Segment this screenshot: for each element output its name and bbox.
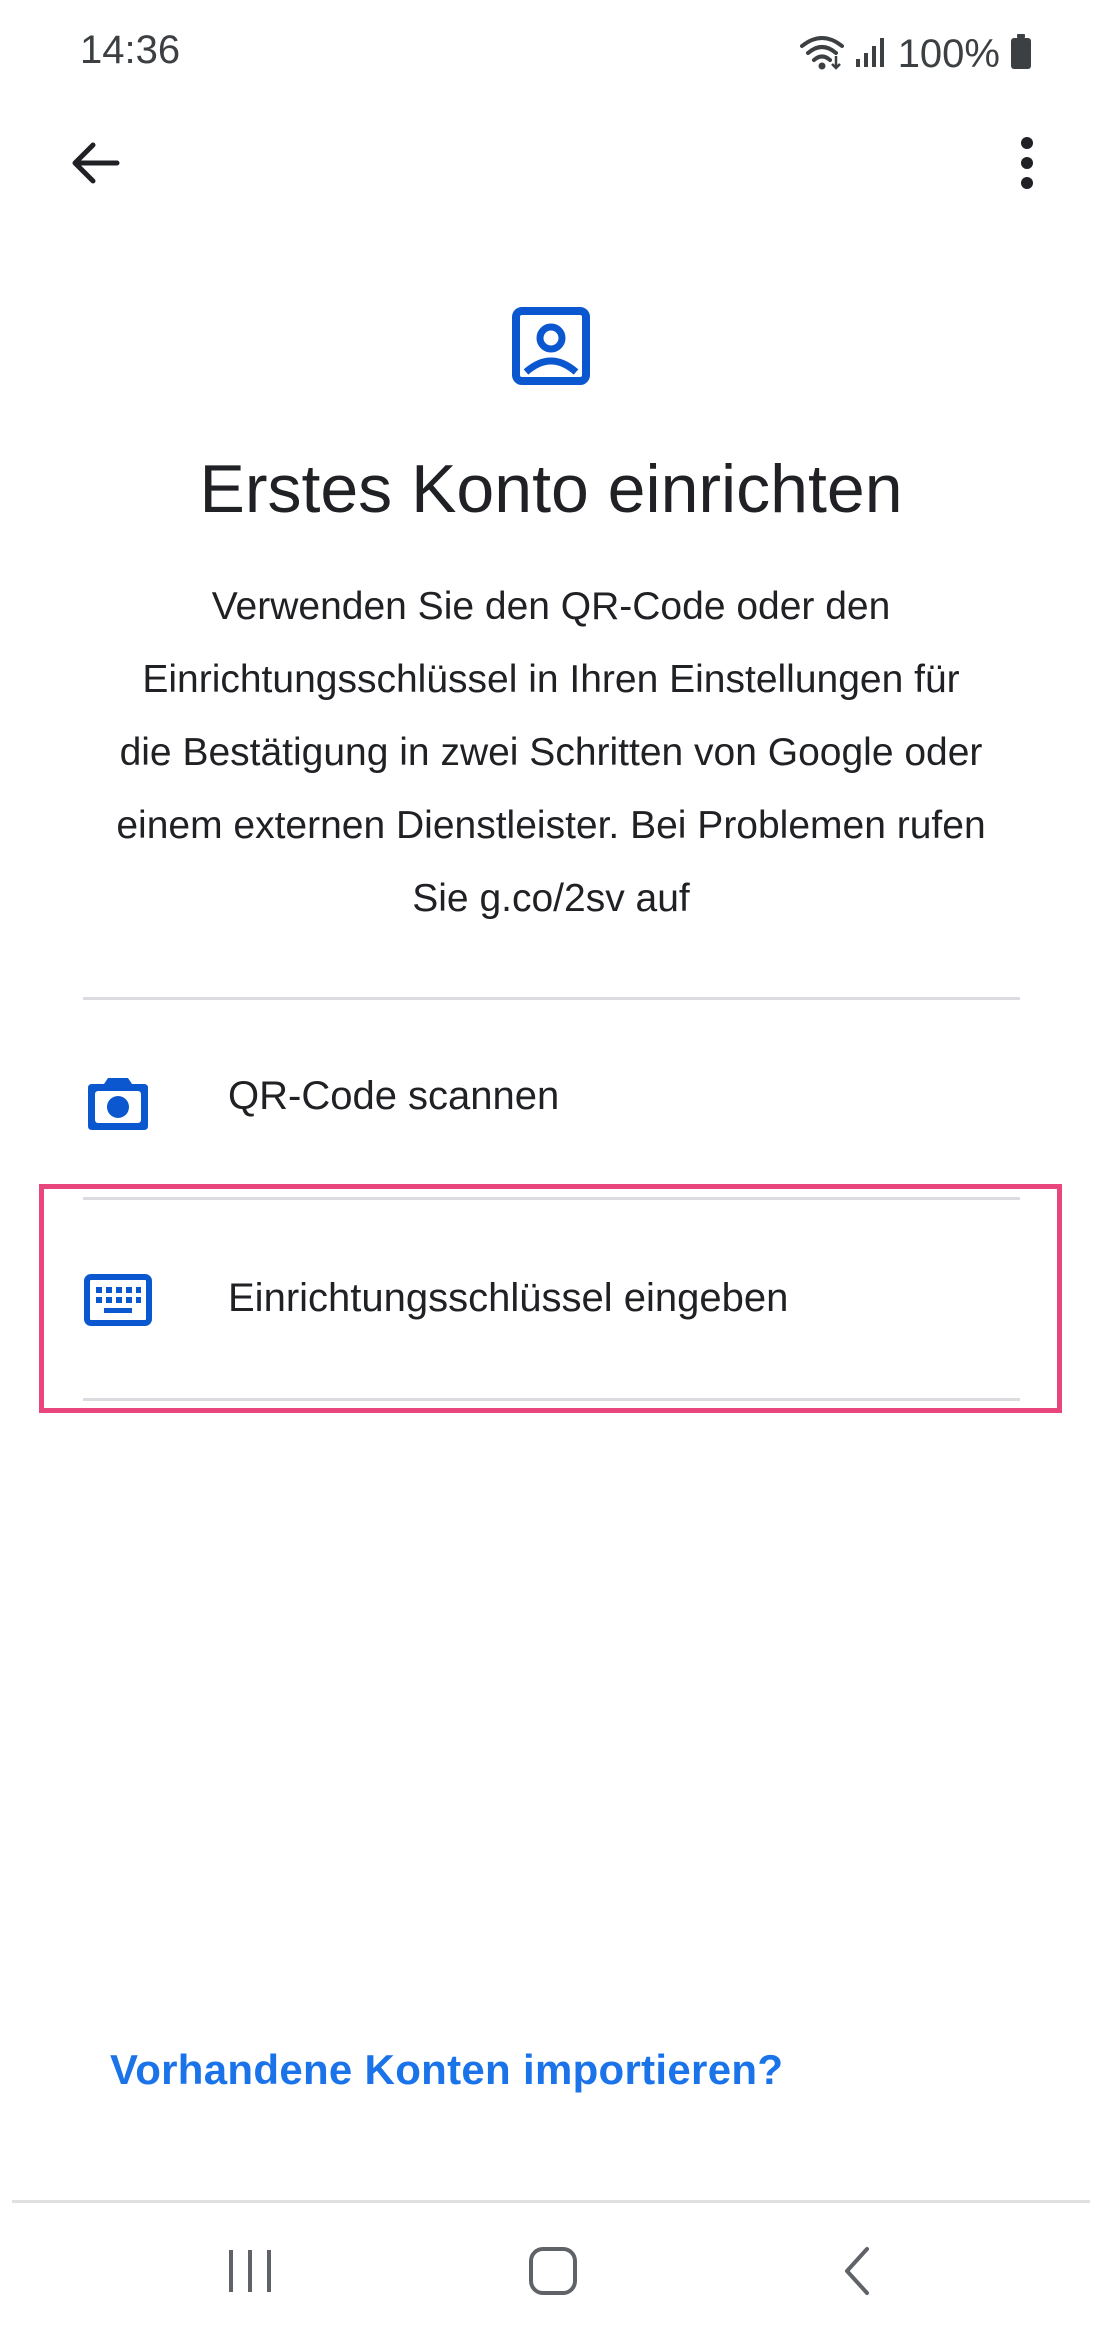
description: Verwenden Sie den QR-Code oder den Einri… <box>80 570 1022 935</box>
nav-back-button[interactable] <box>797 2223 917 2323</box>
back-button[interactable] <box>50 120 140 210</box>
arrow-back-icon <box>67 135 123 196</box>
battery-percentage: 100% <box>897 31 1000 76</box>
description-line: Verwenden Sie den QR-Code oder den <box>211 585 891 628</box>
description-line: die Bestätigung in zwei Schritten von Go… <box>119 731 983 774</box>
highlight-frame <box>39 1184 1062 1413</box>
description-line: Einrichtungsschlüssel in Ihren Einstellu… <box>142 658 960 701</box>
battery-icon <box>1010 33 1032 75</box>
divider <box>83 997 1020 1000</box>
signal-icon <box>854 35 888 74</box>
account-box-icon <box>511 306 591 386</box>
status-bar: 14:36 100% <box>0 0 1102 110</box>
option-label: QR-Code scannen <box>228 1074 560 1118</box>
status-time: 14:36 <box>80 28 181 72</box>
more-vert-icon <box>1017 135 1037 196</box>
back-icon <box>837 2245 877 2302</box>
description-line: einem externen Dienstleister. Bei Proble… <box>116 804 986 847</box>
home-icon <box>527 2245 579 2302</box>
navigation-bar <box>0 2203 1102 2340</box>
wifi-icon <box>799 34 844 75</box>
page-title: Erstes Konto einrichten <box>199 451 903 527</box>
camera-icon <box>82 1068 154 1140</box>
description-line: Sie g.co/2sv auf <box>412 877 690 920</box>
import-accounts-link[interactable]: Vorhandene Konten importieren? <box>110 2046 783 2094</box>
more-options-button[interactable] <box>982 120 1072 210</box>
status-icons: 100% <box>799 30 1032 78</box>
scan-qr-code-option[interactable]: QR-Code scannen <box>40 1008 1062 1198</box>
home-button[interactable] <box>493 2223 613 2323</box>
recent-apps-icon <box>225 2246 275 2301</box>
app-bar <box>0 110 1102 220</box>
recent-apps-button[interactable] <box>190 2223 310 2323</box>
